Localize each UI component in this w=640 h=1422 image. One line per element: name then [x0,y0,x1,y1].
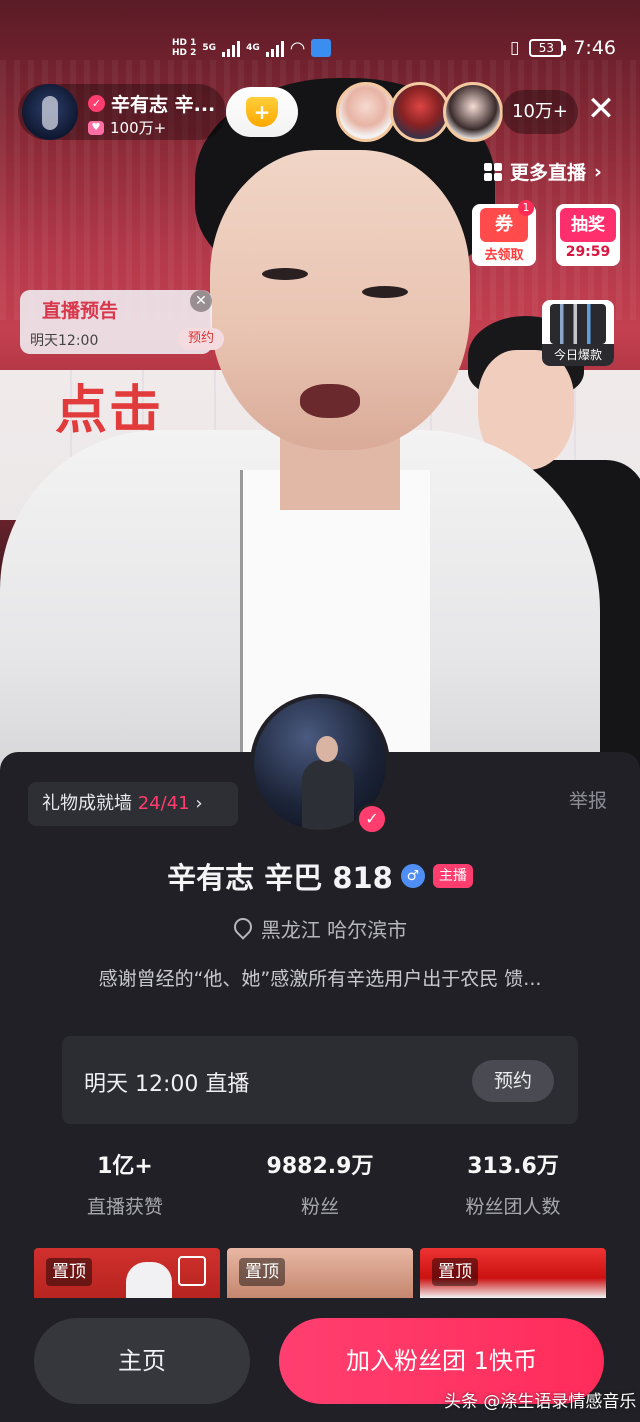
coupon-badge: 1 [518,200,534,216]
location-row: 黑龙江 哈尔滨市 [0,914,640,943]
stat-label: 粉丝团人数 [465,1196,561,1218]
gift-wall-label: 礼物成就墙 [42,793,138,814]
streamer-mouth [300,384,360,418]
clock: 7:46 [573,37,616,59]
profile-name-row: 辛有志 辛巴 818 ♂ 主播 [0,855,640,897]
album-icon [178,1256,206,1286]
streamer-left-eye [262,268,308,280]
hot-item-label: 今日爆款 [542,344,614,366]
coupon-label: 去领取 [484,248,524,263]
plus-heart-icon: + [246,97,278,127]
top-viewer-avatar-2[interactable] [390,82,450,142]
pinned-video-3[interactable]: 置顶 [420,1248,606,1298]
pinned-tag: 置顶 [432,1258,478,1286]
network-type-1: 5G [202,43,217,53]
lottery-icon: 抽奖 [560,208,616,242]
sim2-label: HD 2 [172,48,197,58]
stat-value: 313.6万 [467,1154,559,1179]
schedule-text: 明天 12:00 直播 [84,1072,250,1097]
live-schedule-card: 明天 12:00 直播 预约 [62,1036,578,1124]
stat-label: 粉丝 [300,1196,339,1218]
chevron-right-icon: › [594,160,602,183]
male-icon: ♂ [400,864,425,888]
sim1-label: HD 1 [172,38,197,48]
home-button[interactable]: 主页 [34,1318,250,1404]
chevron-right-icon: › [195,793,203,814]
battery-icon: 53 [529,39,567,57]
pinned-tag: 置顶 [239,1258,285,1286]
signal-2-icon [265,39,284,57]
location-text: 黑龙江 哈尔滨市 [260,918,408,942]
stat-label: 直播获赞 [86,1196,163,1218]
close-preview-icon[interactable]: ✕ [190,290,212,312]
host-info-chip[interactable]: ✓ 辛有志 辛... ♥ 100万+ [18,84,226,140]
more-live-label: 更多直播 [510,162,587,184]
report-link[interactable]: 举报 [569,786,607,813]
host-name: 辛有志 辛... [111,94,216,116]
grid-icon [484,162,502,181]
host-tag: 主播 [432,864,473,888]
location-pin-icon [233,918,251,940]
watermark: 头条 @涤生语录情感音乐 [444,1392,637,1412]
stat-fans[interactable]: 9882.9万 粉丝 [225,1148,415,1219]
streamer-right-eye [362,286,408,298]
stat-likes: 1亿+ 直播获赞 [30,1148,220,1219]
viewer-count[interactable]: 10万+ [502,90,578,134]
verified-check-icon: ✓ [356,803,388,835]
gift-wall-button[interactable]: 礼物成就墙 24/41 › [28,782,238,826]
heart-icon: ♥ [88,120,104,135]
status-bar: HD 1 HD 2 5G 4G ◠ ▯ 53 7:46 [0,30,640,66]
hot-item-card[interactable]: 今日爆款 [542,300,614,366]
pinned-video-1[interactable]: 置顶 [34,1248,220,1298]
host-avatar[interactable] [22,84,78,140]
top-viewer-avatar-3[interactable] [443,82,503,142]
host-likes-count: 100万+ [110,119,167,137]
pinned-video-2[interactable]: 置顶 [227,1248,413,1298]
profile-name: 辛有志 辛巴 818 [167,861,393,895]
lottery-button[interactable]: 抽奖 29:59 [556,204,620,266]
network-type-2: 4G [246,43,260,53]
schedule-reserve-button[interactable]: 预约 [472,1060,554,1102]
more-live-link[interactable]: 更多直播 › [484,158,602,185]
pinned-tag: 置顶 [46,1258,92,1286]
stat-value: 1亿+ [97,1154,153,1179]
stat-value: 9882.9万 [266,1154,374,1179]
top-viewer-avatar-1[interactable] [336,82,396,142]
close-icon[interactable]: ✕ [584,92,618,128]
stat-fan-club[interactable]: 313.6万 粉丝团人数 [418,1148,608,1219]
verified-check-icon: ✓ [88,95,105,112]
lottery-countdown: 29:59 [565,244,611,260]
wifi-icon: ◠ [289,37,306,59]
live-preview-card[interactable]: 直播预告 明天12:00 预约 [20,290,224,354]
coupon-button[interactable]: 券 1 去领取 [472,200,536,266]
sim-labels: HD 1 HD 2 [172,38,196,58]
signal-1-icon [222,39,241,57]
live-preview-time: 明天12:00 [30,333,99,349]
gift-wall-count: 24/41 [137,793,190,814]
profile-bio[interactable]: 感谢曾经的“他、她”感激所有辛选用户出于农民 馈... [0,964,640,991]
live-preview-reserve-button[interactable]: 预约 [178,328,224,350]
vibrate-icon: ▯ [509,38,520,58]
live-preview-title: 直播预告 [42,300,119,322]
weather-icon [311,39,332,57]
follow-button[interactable]: + [226,87,298,137]
hot-item-image [550,304,606,344]
